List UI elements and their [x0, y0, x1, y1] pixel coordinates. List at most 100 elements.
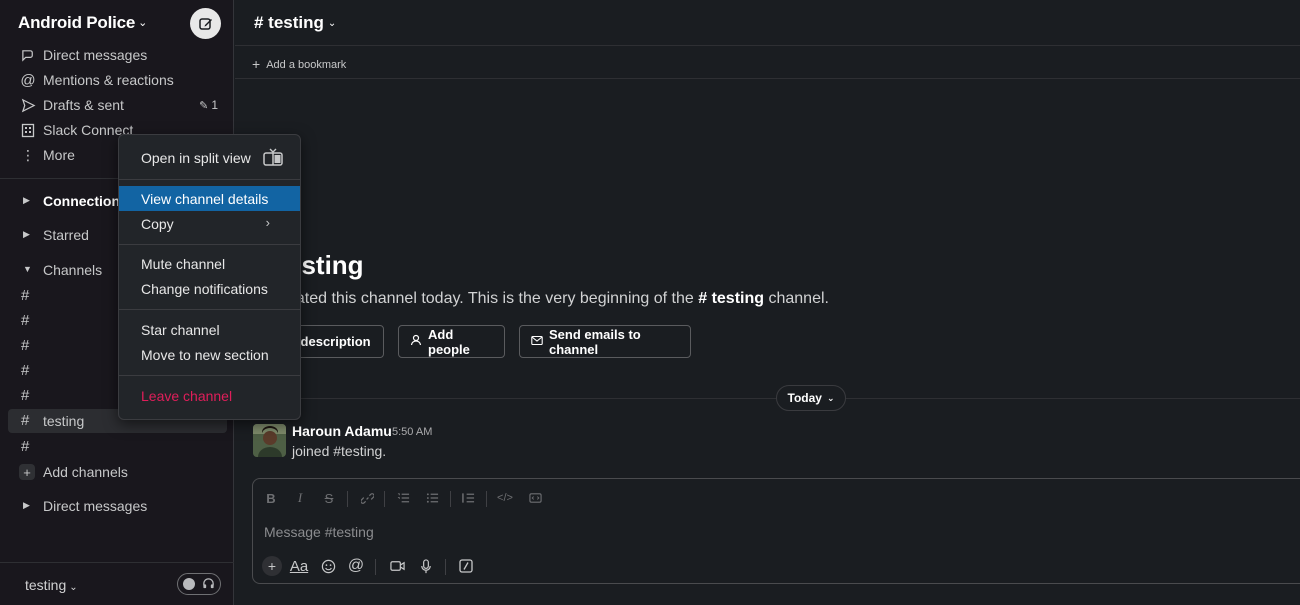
caret-down-icon: ▼ — [23, 264, 32, 274]
channel-label: testing — [43, 413, 85, 429]
headphones-icon — [202, 577, 215, 595]
channel-view: # testing ⌄ + Add a bookmark esting eated … — [235, 0, 1300, 605]
toolbar-separator — [375, 559, 376, 575]
message-timestamp[interactable]: 5:50 AM — [392, 426, 432, 438]
chevron-down-icon: ⌄ — [327, 18, 337, 29]
menu-item-copy[interactable]: Copy › — [119, 211, 300, 236]
nav-label: Drafts & sent — [43, 97, 124, 113]
toolbar-separator — [347, 491, 348, 507]
menu-item-change-notifications[interactable]: Change notifications — [119, 276, 300, 301]
formatting-toolbar: B I S </> — [253, 479, 1300, 515]
send-emails-button[interactable]: Send emails to channel — [519, 325, 691, 358]
workspace-name-button[interactable]: Android Police ⌄ — [18, 13, 147, 33]
at-sign-icon: @ — [20, 71, 36, 89]
emoji-icon[interactable] — [318, 556, 338, 576]
hash-icon: # — [21, 287, 30, 304]
add-bookmark-button[interactable]: + Add a bookmark — [252, 55, 346, 72]
send-icon — [20, 97, 36, 113]
chevron-down-icon: ⌄ — [138, 17, 148, 29]
strikethrough-icon[interactable]: S — [320, 489, 338, 507]
hash-icon: # — [21, 362, 30, 379]
huddle-toggle[interactable] — [177, 573, 221, 595]
caret-right-icon: ▶ — [23, 195, 30, 205]
composer-actions: + Aa @ — [253, 553, 1300, 581]
plus-icon[interactable]: + — [262, 556, 282, 576]
menu-item-label: Change notifications — [141, 281, 268, 297]
compose-button[interactable] — [190, 8, 221, 39]
compose-icon — [198, 17, 212, 30]
hash-icon: # — [21, 438, 30, 455]
split-view-icon — [263, 148, 283, 169]
user-name: testing — [25, 577, 67, 593]
bullet-list-icon[interactable] — [423, 489, 441, 507]
menu-item-label: Open in split view — [141, 150, 251, 166]
add-people-button[interactable]: Add people — [398, 325, 505, 358]
italic-icon[interactable]: I — [291, 489, 309, 507]
text-format-icon[interactable]: Aa — [289, 556, 309, 576]
menu-item-mute-channel[interactable]: Mute channel — [119, 251, 300, 276]
menu-item-star-channel[interactable]: Star channel — [119, 317, 300, 342]
code-block-icon[interactable] — [526, 489, 544, 507]
drafts-count: ✎ 1 — [199, 98, 218, 112]
chat-bubbles-icon — [20, 47, 36, 63]
toolbar-separator — [445, 559, 446, 575]
channel-context-menu: Open in split view View channel details … — [118, 134, 301, 420]
email-icon — [531, 334, 543, 349]
sidebar-channel[interactable]: # — [8, 435, 227, 459]
chevron-down-icon: ⌄ — [826, 392, 835, 403]
section-label: Channels — [43, 262, 103, 278]
avatar[interactable] — [253, 424, 286, 457]
slash-command-icon[interactable] — [456, 556, 476, 576]
add-channels-label: Add channels — [43, 464, 128, 480]
chevron-down-icon: ⌄ — [69, 582, 78, 593]
day-divider-button[interactable]: Today ⌄ — [776, 385, 846, 411]
menu-item-label: Move to new section — [141, 347, 269, 363]
bold-icon[interactable]: B — [262, 489, 280, 507]
section-direct-messages[interactable]: ▶ Direct messages — [0, 494, 234, 518]
menu-item-label: Mute channel — [141, 256, 226, 272]
channel-title-button[interactable]: # testing ⌄ — [254, 13, 336, 33]
menu-separator — [119, 244, 300, 245]
more-vertical-icon: ⋮ — [21, 146, 35, 163]
toolbar-separator — [486, 491, 487, 507]
add-channels-button[interactable]: + Add channels — [0, 460, 234, 484]
hash-icon: # — [21, 312, 30, 329]
message-composer: B I S </> Message #testing + Aa @ — [252, 478, 1300, 584]
toolbar-separator — [450, 491, 451, 507]
channel-header: # testing ⌄ — [235, 0, 1300, 46]
menu-item-label: View channel details — [141, 191, 269, 207]
menu-item-open-split-view[interactable]: Open in split view — [119, 145, 300, 170]
menu-item-label: Copy — [141, 216, 174, 232]
menu-item-leave-channel[interactable]: Leave channel — [119, 383, 300, 408]
nav-drafts[interactable]: Drafts & sent ✎ 1 — [0, 93, 234, 117]
nav-label: Mentions & reactions — [43, 72, 174, 88]
mention-icon[interactable]: @ — [346, 556, 366, 576]
menu-item-view-channel-details[interactable]: View channel details — [119, 186, 300, 211]
microphone-icon[interactable] — [416, 556, 436, 576]
blockquote-icon[interactable] — [459, 489, 477, 507]
message-author[interactable]: Haroun Adamu — [292, 423, 392, 439]
code-icon[interactable]: </> — [496, 489, 514, 507]
toggle-knob — [183, 578, 195, 590]
sidebar-footer: testing ⌄ — [0, 562, 234, 605]
pencil-icon: ✎ — [199, 99, 209, 112]
message-input[interactable]: Message #testing — [264, 524, 374, 540]
menu-separator — [119, 179, 300, 180]
caret-right-icon: ▶ — [23, 500, 30, 510]
section-label: Connections — [43, 193, 128, 209]
nav-mentions[interactable]: @ Mentions & reactions — [0, 68, 234, 92]
link-icon[interactable] — [358, 489, 376, 507]
channel-intro-text: eated this channel today. This is the ve… — [287, 290, 829, 307]
day-divider-line — [235, 398, 1300, 399]
ordered-list-icon[interactable] — [394, 489, 412, 507]
plus-icon: + — [252, 56, 261, 72]
channel-mention[interactable]: # testing — [698, 290, 764, 307]
video-icon[interactable] — [387, 556, 407, 576]
menu-item-move-to-new-section[interactable]: Move to new section — [119, 342, 300, 367]
nav-direct-messages[interactable]: Direct messages — [0, 43, 234, 67]
user-status-button[interactable]: testing ⌄ — [25, 577, 78, 593]
plus-icon: + — [19, 464, 35, 480]
nav-label: Direct messages — [43, 47, 148, 63]
nav-label: More — [43, 147, 75, 163]
toolbar-separator — [384, 491, 385, 507]
